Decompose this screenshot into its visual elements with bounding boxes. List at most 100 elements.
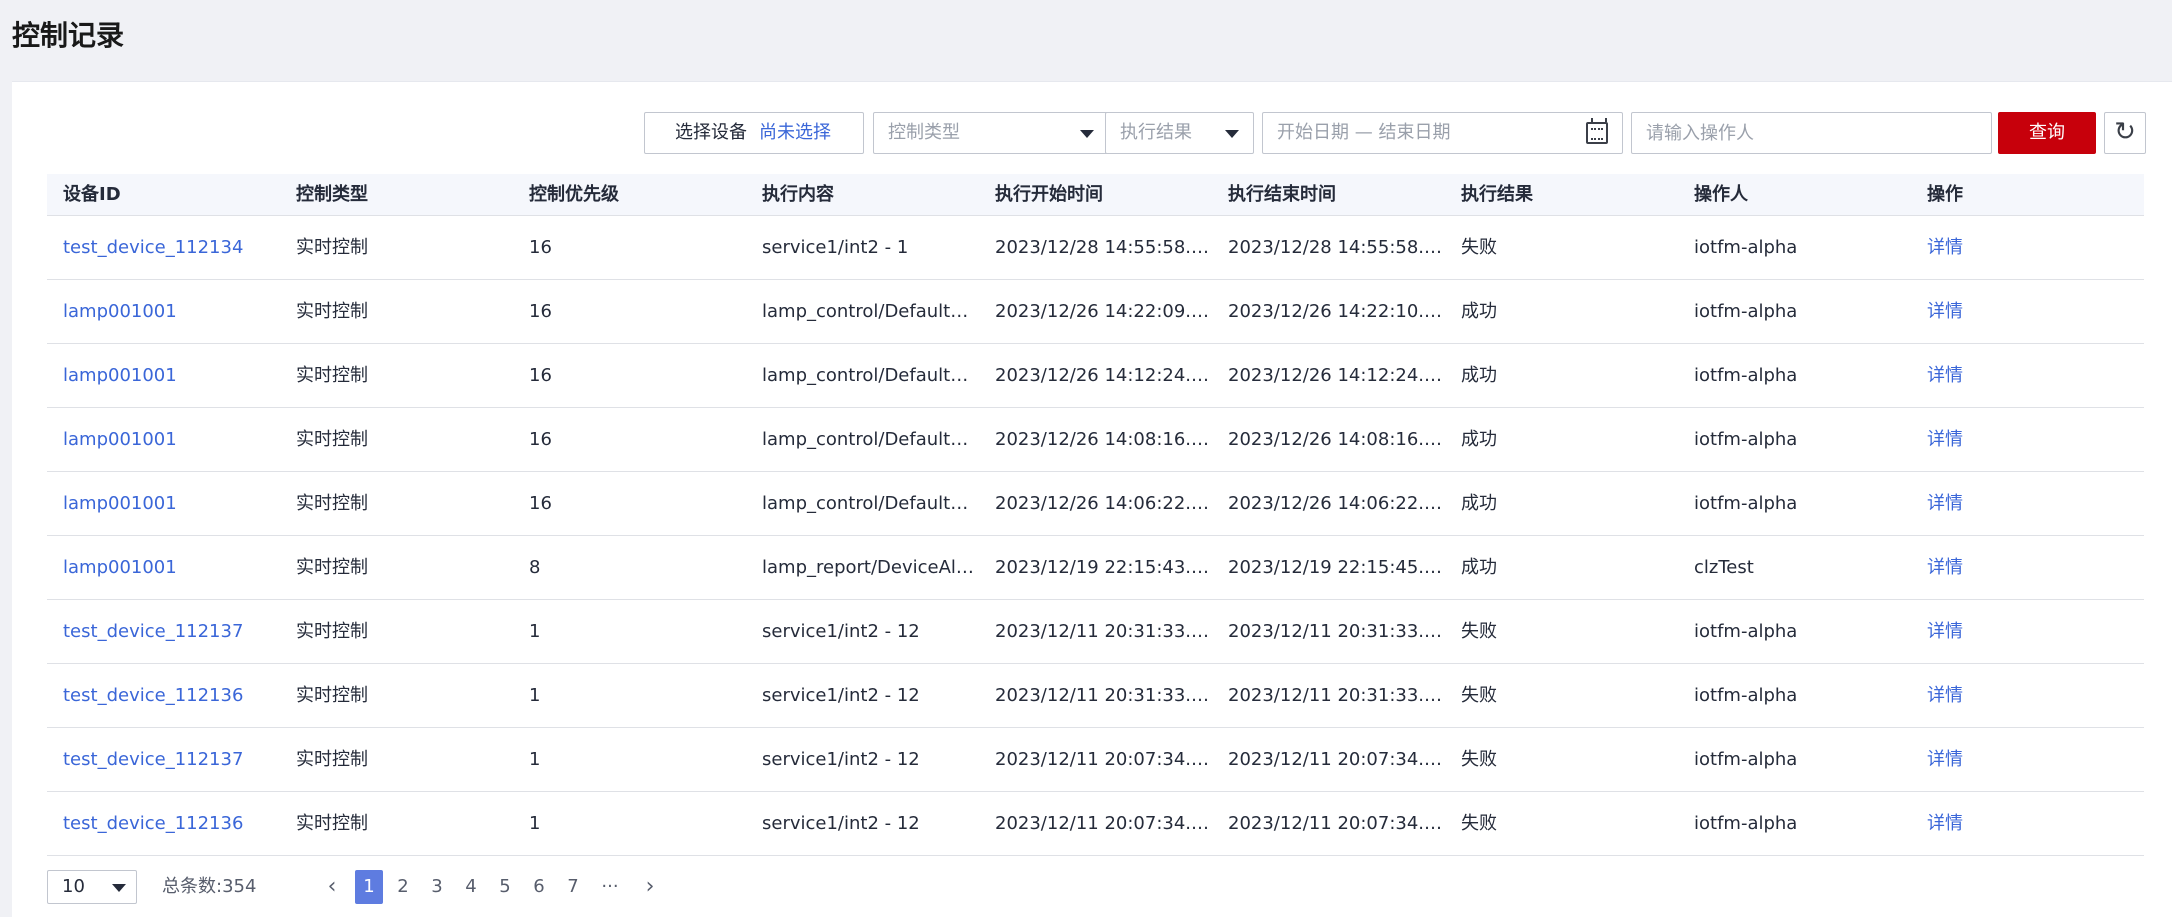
page-title: 控制记录 (12, 19, 125, 52)
refresh-button[interactable]: ↻ (2104, 112, 2146, 154)
chevron-down-icon (112, 884, 126, 892)
start-time-cell: 2023/12/11 20:31:33.2… (995, 621, 1212, 642)
device-id-link[interactable]: test_device_112137 (47, 728, 280, 791)
operator-cell: iotfm-alpha (1694, 301, 1798, 322)
result-cell: 成功 (1461, 557, 1497, 578)
operator-cell: iotfm-alpha (1694, 685, 1798, 706)
end-time-cell: 2023/12/11 20:07:34.2… (1228, 813, 1445, 834)
detail-link[interactable]: 详情 (1911, 792, 2144, 855)
detail-link[interactable]: 详情 (1911, 408, 2144, 471)
calendar-icon[interactable] (1586, 118, 1608, 144)
page-button-4[interactable]: 4 (457, 870, 485, 904)
end-time-cell: 2023/12/26 14:08:16.9… (1228, 429, 1445, 450)
detail-link[interactable]: 详情 (1911, 664, 2144, 727)
prev-page-icon[interactable]: ‹ (318, 870, 346, 904)
operator-input[interactable] (1631, 112, 1992, 154)
device-id-link[interactable]: test_device_112137 (47, 600, 280, 663)
device-id-link[interactable]: lamp001001 (47, 280, 280, 343)
device-id-link[interactable]: lamp001001 (47, 536, 280, 599)
control-type-cell: 实时控制 (296, 685, 368, 706)
table-row: test_device_112136 实时控制 1 service1/int2 - 1… (47, 664, 2144, 728)
date-range-picker[interactable]: 开始日期 — 结束日期 (1262, 112, 1623, 154)
priority-cell: 1 (529, 813, 541, 834)
control-type-cell: 实时控制 (296, 365, 368, 386)
page-header: 控制记录 (0, 0, 2172, 81)
detail-link[interactable]: 详情 (1911, 344, 2144, 407)
query-button[interactable]: 查询 (1998, 112, 2096, 154)
page-button-1[interactable]: 1 (355, 870, 383, 904)
end-time-cell: 2023/12/26 14:06:22.3… (1228, 493, 1445, 514)
result-cell: 失败 (1461, 685, 1497, 706)
chevron-down-icon (1225, 130, 1239, 138)
exec-result-select[interactable]: 执行结果 (1105, 112, 1254, 154)
operator-cell: iotfm-alpha (1694, 365, 1798, 386)
result-cell: 失败 (1461, 813, 1497, 834)
device-id-link[interactable]: test_device_112136 (47, 792, 280, 855)
table-row: lamp001001 实时控制 16 lamp_control/DefaultBr… 2… (47, 408, 2144, 472)
page-size-select[interactable]: 10 (47, 870, 137, 904)
page-size-value: 10 (62, 876, 85, 897)
header-operator: 操作人 (1694, 184, 1748, 205)
priority-cell: 16 (529, 429, 552, 450)
more-pages-icon[interactable]: ··· (596, 870, 624, 904)
date-range-placeholder: 开始日期 — 结束日期 (1277, 122, 1451, 143)
operator-cell: iotfm-alpha (1694, 429, 1798, 450)
end-time-cell: 2023/12/11 20:07:34.3… (1228, 749, 1445, 770)
start-time-cell: 2023/12/28 14:55:58.1… (995, 237, 1212, 258)
result-cell: 成功 (1461, 493, 1497, 514)
start-time-cell: 2023/12/11 20:07:34.1… (995, 813, 1212, 834)
table-row: test_device_112136 实时控制 1 service1/int2 - 1… (47, 792, 2144, 856)
header-end-time: 执行结束时间 (1228, 184, 1336, 205)
header-action: 操作 (1927, 184, 1963, 205)
start-time-cell: 2023/12/26 14:22:09.9… (995, 301, 1212, 322)
control-type-cell: 实时控制 (296, 749, 368, 770)
detail-link[interactable]: 详情 (1911, 728, 2144, 791)
end-time-cell: 2023/12/28 14:55:58.3… (1228, 237, 1445, 258)
priority-cell: 16 (529, 301, 552, 322)
table-row: lamp001001 实时控制 16 lamp_control/DefaultBr… 2… (47, 472, 2144, 536)
page-button-5[interactable]: 5 (491, 870, 519, 904)
total-label: 总条数: (162, 876, 223, 897)
device-id-link[interactable]: lamp001001 (47, 472, 280, 535)
control-type-placeholder: 控制类型 (888, 122, 960, 143)
priority-cell: 16 (529, 365, 552, 386)
header-control-type: 控制类型 (296, 184, 368, 205)
control-type-cell: 实时控制 (296, 301, 368, 322)
control-type-cell: 实时控制 (296, 493, 368, 514)
detail-link[interactable]: 详情 (1911, 600, 2144, 663)
table-header: 设备ID 控制类型 控制优先级 执行内容 执行开始时间 执行结束时间 执行结果 … (47, 174, 2144, 216)
content-cell: service1/int2 - 12 (762, 685, 920, 706)
end-time-cell: 2023/12/11 20:31:33.3… (1228, 685, 1445, 706)
detail-link[interactable]: 详情 (1911, 280, 2144, 343)
control-type-select[interactable]: 控制类型 (873, 112, 1109, 154)
header-content: 执行内容 (762, 184, 834, 205)
table-row: test_device_112137 实时控制 1 service1/int2 - 1… (47, 600, 2144, 664)
page-button-3[interactable]: 3 (423, 870, 451, 904)
start-time-cell: 2023/12/11 20:31:33.2… (995, 685, 1212, 706)
table-row: lamp001001 实时控制 16 lamp_control/DefaultBr… 2… (47, 344, 2144, 408)
device-select-button[interactable]: 选择设备 尚未选择 (644, 112, 864, 154)
page-button-2[interactable]: 2 (389, 870, 417, 904)
page-button-6[interactable]: 6 (525, 870, 553, 904)
records-table: 设备ID 控制类型 控制优先级 执行内容 执行开始时间 执行结束时间 执行结果 … (47, 174, 2144, 856)
content-cell: lamp_control/DefaultBr… (762, 301, 979, 322)
exec-result-placeholder: 执行结果 (1120, 122, 1192, 143)
device-id-link[interactable]: lamp001001 (47, 344, 280, 407)
device-id-link[interactable]: test_device_112134 (47, 216, 280, 279)
refresh-icon: ↻ (2114, 117, 2136, 147)
control-type-cell: 实时控制 (296, 813, 368, 834)
detail-link[interactable]: 详情 (1911, 536, 2144, 599)
records-card: 选择设备尚未选择 控制类型 执行结果 开始日期 — 结束日期 查询 ↻ 设备ID… (12, 81, 2172, 917)
detail-link[interactable]: 详情 (1911, 216, 2144, 279)
operator-cell: iotfm-alpha (1694, 621, 1798, 642)
device-id-link[interactable]: lamp001001 (47, 408, 280, 471)
header-start-time: 执行开始时间 (995, 184, 1103, 205)
content-cell: service1/int2 - 1 (762, 237, 909, 258)
detail-link[interactable]: 详情 (1911, 472, 2144, 535)
total-count: 总条数:354 (162, 870, 256, 904)
table-row: test_device_112134 实时控制 16 service1/int2 - … (47, 216, 2144, 280)
page-button-7[interactable]: 7 (559, 870, 587, 904)
device-id-link[interactable]: test_device_112136 (47, 664, 280, 727)
next-page-icon[interactable]: › (636, 870, 664, 904)
result-cell: 失败 (1461, 237, 1497, 258)
